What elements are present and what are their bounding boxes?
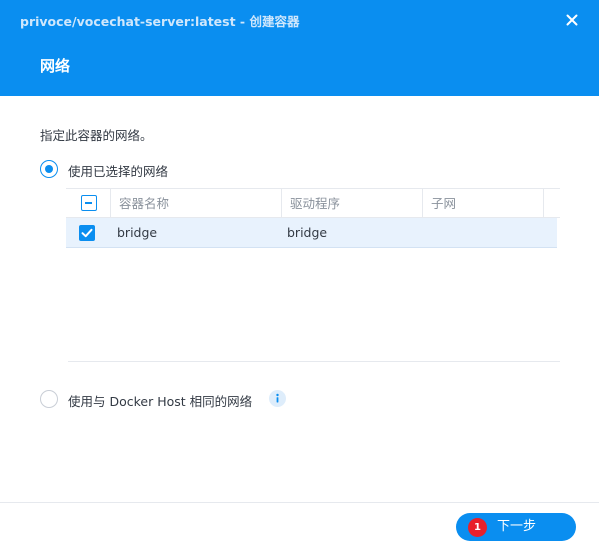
info-icon[interactable] xyxy=(269,390,286,407)
column-header-container-name[interactable]: 容器名称 xyxy=(111,189,281,218)
cell-driver: bridge xyxy=(287,225,328,240)
column-header-driver[interactable]: 驱动程序 xyxy=(282,189,422,218)
description-text: 指定此容器的网络。 xyxy=(40,128,153,143)
column-header-subnet[interactable]: 子网 xyxy=(423,189,543,218)
table-divider xyxy=(68,361,560,362)
column-divider xyxy=(543,189,544,218)
next-button-label: 下一步 xyxy=(497,519,537,534)
table-row[interactable]: bridge bridge xyxy=(66,218,557,248)
checkmark-icon xyxy=(81,228,93,238)
radio-use-selected-network[interactable] xyxy=(40,160,58,178)
radio-label-use-host-network[interactable]: 使用与 Docker Host 相同的网络 xyxy=(68,391,252,410)
cell-container-name: bridge xyxy=(117,225,158,240)
info-glyph-icon xyxy=(276,393,279,403)
dialog-header: privoce/vocechat-server:latest - 创建容器 网络 xyxy=(0,0,599,96)
next-button[interactable]: 1 下一步 xyxy=(456,513,576,541)
radio-label-use-selected-network[interactable]: 使用已选择的网络 xyxy=(68,161,168,180)
network-table: 容器名称 驱动程序 子网 bridge bridge xyxy=(66,188,560,362)
table-header: 容器名称 驱动程序 子网 xyxy=(66,188,560,218)
page-title: 网络 xyxy=(40,57,71,75)
dialog-footer: 1 下一步 xyxy=(0,502,599,550)
close-icon xyxy=(566,14,578,26)
close-button[interactable] xyxy=(560,8,584,32)
step-badge: 1 xyxy=(468,518,487,537)
select-all-checkbox[interactable] xyxy=(81,195,97,211)
radio-use-host-network[interactable] xyxy=(40,390,58,408)
window-title: privoce/vocechat-server:latest - 创建容器 xyxy=(20,14,300,29)
row-checkbox[interactable] xyxy=(79,225,95,241)
